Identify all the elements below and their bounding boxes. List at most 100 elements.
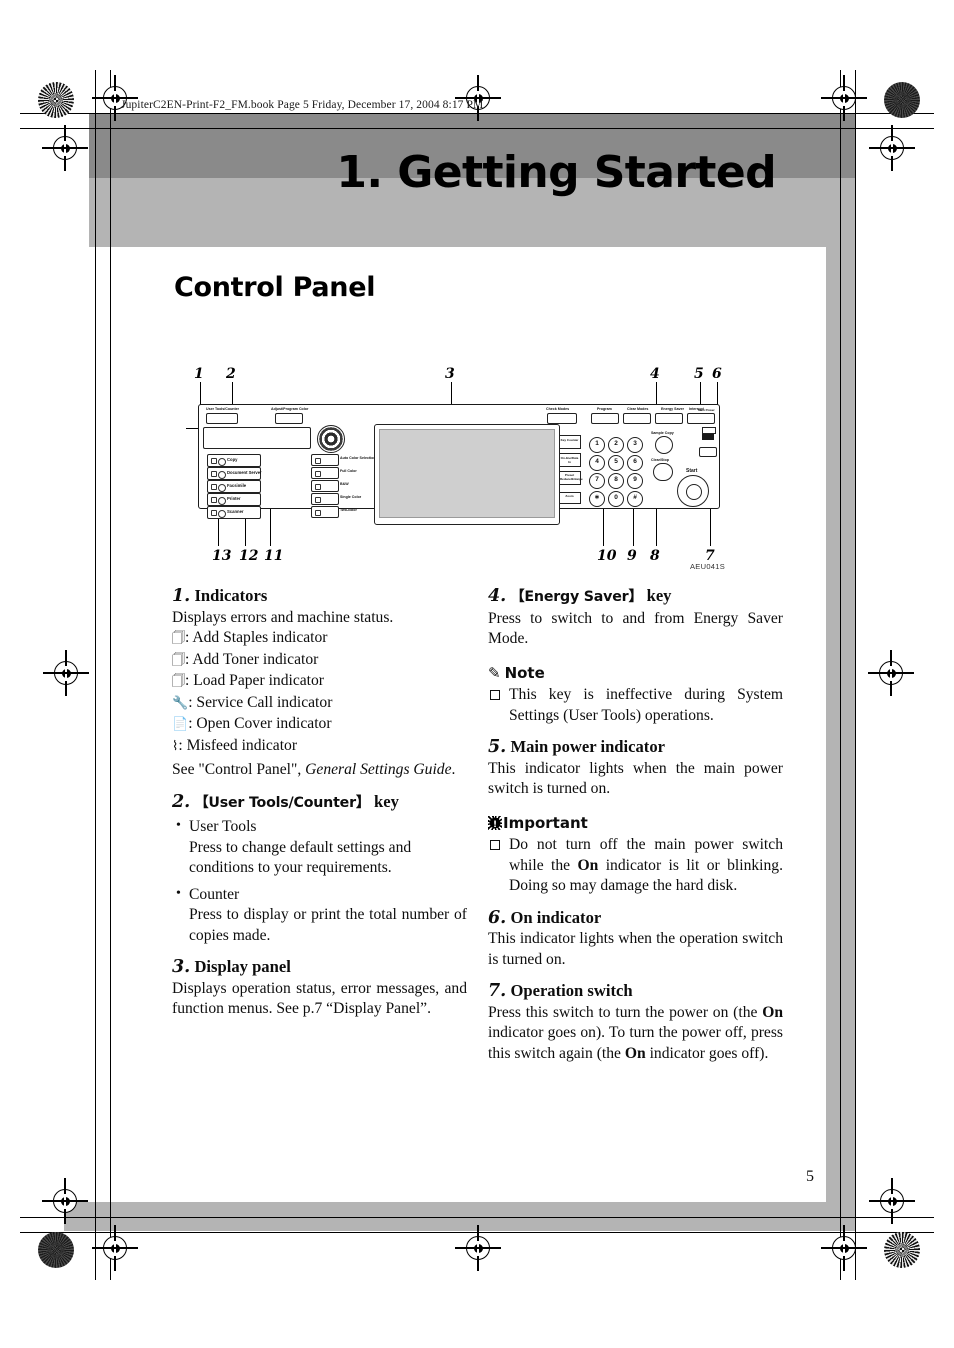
operation-switch-bold-1: On bbox=[762, 1003, 783, 1021]
bullet-counter-head: Counter bbox=[189, 885, 240, 903]
start-label: Start bbox=[686, 468, 698, 474]
registration-mark-bottom-center-left bbox=[92, 1225, 138, 1271]
adjust-program-color-key[interactable] bbox=[275, 413, 303, 424]
numeric-key-4[interactable]: 4 bbox=[589, 455, 605, 471]
energy-saver-key[interactable] bbox=[655, 413, 683, 424]
control-panel-figure: 1 2 3 4 5 6 7 8 9 10 11 12 13 User Tools… bbox=[186, 366, 731, 581]
numeric-key-9-label: 9 bbox=[633, 476, 637, 483]
operation-switch-body: Press this switch to turn the power on (… bbox=[488, 1003, 783, 1065]
color-key-full-color[interactable] bbox=[311, 467, 339, 479]
indicator-add-toner: 🗍: Add Toner indicator bbox=[172, 650, 467, 672]
numeric-key-8-label: 8 bbox=[614, 476, 618, 483]
registration-mark-bottom-center bbox=[455, 1225, 501, 1271]
leader-13 bbox=[218, 516, 219, 546]
interrupt-key[interactable] bbox=[687, 413, 715, 424]
page-title: Control Panel bbox=[174, 272, 376, 303]
label-clear-modes: Clear Modes bbox=[627, 407, 649, 411]
label-user-tools-counter: User Tools/Counter bbox=[206, 407, 240, 411]
heading-main-power-number: 5. bbox=[488, 737, 507, 757]
page-number: 5 bbox=[806, 1168, 814, 1185]
numeric-key-3-label: 3 bbox=[633, 440, 637, 447]
numeric-key-2[interactable]: 2 bbox=[608, 437, 624, 453]
numeric-key-asterisk-label: ∗ bbox=[594, 494, 600, 501]
pencil-icon: ✎ bbox=[488, 663, 501, 682]
color-density-mark-bottom-right bbox=[884, 1232, 920, 1268]
sample-copy-key[interactable] bbox=[655, 436, 673, 454]
indicator-add-staples: 🗍: Add Staples indicator bbox=[172, 628, 467, 650]
function-key-printer[interactable]: Printer bbox=[207, 493, 261, 506]
function-key-copy[interactable]: Copy bbox=[207, 454, 261, 467]
clear-stop-key[interactable] bbox=[653, 463, 673, 481]
user-tools-counter-key[interactable] bbox=[206, 413, 238, 424]
registration-mark-bottom-right-inner bbox=[869, 1178, 915, 1224]
indicator-misfeed-text: : Misfeed indicator bbox=[178, 736, 298, 754]
numeric-key-8[interactable]: 8 bbox=[608, 473, 624, 489]
numeric-key-0[interactable]: 0 bbox=[608, 491, 624, 507]
numeric-key-asterisk[interactable]: ∗ bbox=[589, 491, 605, 507]
heading-indicators: 1. Indicators bbox=[172, 586, 467, 607]
function-key-scanner[interactable]: Scanner bbox=[207, 506, 261, 519]
function-key-copy-label: Copy bbox=[227, 457, 238, 462]
color-density-mark-top-right bbox=[884, 82, 920, 118]
trim-rule-top-1 bbox=[95, 70, 97, 1280]
clear-modes-key[interactable] bbox=[623, 413, 651, 424]
callout-2: 2 bbox=[226, 366, 236, 382]
color-key-auto-color-selection-label: Auto Color Selection bbox=[340, 456, 376, 460]
list-item: Do not turn off the main power switch wh… bbox=[488, 835, 783, 897]
heading-on-indicator-number: 6. bbox=[488, 907, 507, 928]
indicator-add-toner-text: : Add Toner indicator bbox=[185, 650, 319, 668]
start-key[interactable] bbox=[677, 475, 709, 507]
user-tools-counter-bullets: User Tools Press to change default setti… bbox=[172, 816, 467, 946]
important-block: Important Do not turn off the main power… bbox=[488, 813, 783, 897]
numeric-key-3[interactable]: 3 bbox=[627, 437, 643, 453]
figure-code: AEU041S bbox=[690, 562, 726, 571]
see-reference-prefix: See "Control Panel", bbox=[172, 761, 306, 778]
operation-switch[interactable] bbox=[699, 447, 717, 457]
color-density-mark-top-left bbox=[38, 82, 74, 118]
display-panel-body: Displays operation status, error message… bbox=[172, 979, 467, 1018]
indicator-open-cover-text: : Open Cover indicator bbox=[188, 715, 332, 732]
numeric-key-hash[interactable]: # bbox=[627, 491, 643, 507]
registration-mark-mid-right bbox=[868, 650, 914, 696]
color-key-single-color[interactable] bbox=[311, 493, 339, 505]
program-key[interactable] bbox=[591, 413, 619, 424]
registration-mark-mid-left bbox=[43, 650, 89, 696]
numeric-key-6[interactable]: 6 bbox=[627, 455, 643, 471]
note-block: ✎ Note This key is ineffective during Sys… bbox=[488, 663, 783, 727]
clear-stop-label: Clear/Stop bbox=[651, 458, 669, 462]
main-power-indicator bbox=[702, 427, 716, 434]
numeric-key-7-label: 7 bbox=[595, 476, 599, 483]
bullet-user-tools-body: Press to change default settings and con… bbox=[189, 838, 412, 877]
callout-4: 4 bbox=[650, 366, 660, 382]
callout-11: 11 bbox=[264, 548, 284, 564]
display-panel[interactable] bbox=[374, 424, 560, 525]
numeric-key-5[interactable]: 5 bbox=[608, 455, 624, 471]
color-key-bw[interactable] bbox=[311, 480, 339, 492]
right-column: 4. 【Energy Saver】 key Press to switch to… bbox=[488, 586, 783, 1064]
heading-energy-saver-number: 4. bbox=[488, 586, 507, 606]
indicators-intro: Displays errors and machine status. bbox=[172, 608, 394, 626]
color-key-auto-color-selection[interactable] bbox=[311, 454, 339, 466]
control-panel-body: User Tools/Counter Adjust/Program Color … bbox=[198, 404, 720, 525]
registration-mark-top-right-inner bbox=[869, 125, 915, 171]
see-reference-guide: General Settings Guide bbox=[305, 761, 452, 778]
important-items: Do not turn off the main power switch wh… bbox=[488, 835, 783, 897]
numeric-key-6-label: 6 bbox=[633, 458, 637, 465]
function-key-printer-label: Printer bbox=[227, 496, 241, 501]
important-bold-on: On bbox=[577, 856, 599, 874]
numeric-key-7[interactable]: 7 bbox=[589, 473, 605, 489]
numeric-key-9[interactable]: 9 bbox=[627, 473, 643, 489]
label-energy-saver: Energy Saver bbox=[661, 407, 684, 411]
heading-display-panel-title: Display panel bbox=[194, 957, 291, 976]
operation-switch-text-3: indicator goes off). bbox=[645, 1044, 769, 1062]
numeric-key-2-label: 2 bbox=[614, 440, 618, 447]
callout-8: 8 bbox=[650, 548, 660, 564]
color-key-two-color[interactable] bbox=[311, 506, 339, 518]
adjust-dial[interactable] bbox=[317, 425, 345, 453]
callout-12: 12 bbox=[239, 548, 259, 564]
function-key-facsimile[interactable]: Facsimile bbox=[207, 480, 261, 493]
indicator-service-call-text: : Service Call indicator bbox=[188, 693, 333, 711]
check-modes-key[interactable] bbox=[547, 413, 577, 424]
function-key-document-server[interactable]: Document Server bbox=[207, 467, 262, 480]
numeric-key-1[interactable]: 1 bbox=[589, 437, 605, 453]
